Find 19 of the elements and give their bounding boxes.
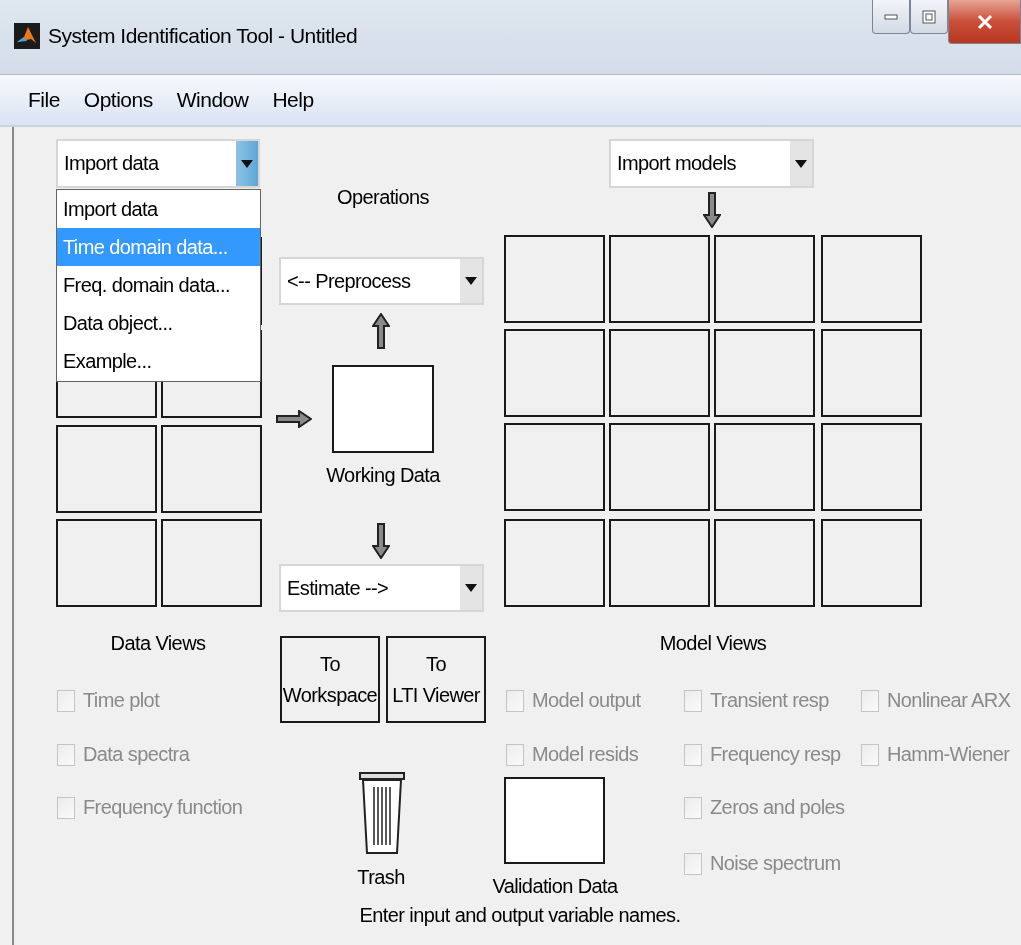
checkbox-label: Model resids [532,743,639,766]
slot-label: Trash [357,866,405,889]
checkbox-label: Transient resp [710,689,829,712]
checkbox-label: Time plot [83,689,160,712]
window-title: System Identification Tool - Untitled [48,24,358,48]
section-title: Model Views [659,632,767,655]
section-title: Data Views [110,632,206,655]
checkbox-label: Hamm-Wiener [887,743,1010,766]
checkbox-label: Noise spectrum [710,852,841,875]
slot-label: Validation Data [492,875,618,898]
checkbox-label: Frequency resp [710,743,841,766]
slot-label: Working Data [326,464,440,487]
checkbox-label: Nonlinear ARX [887,689,1011,712]
checkbox-label: Model output [532,689,641,712]
checkbox-label: Zeros and poles [710,796,845,819]
checkbox-label: Data spectra [83,743,190,766]
checkbox-label: Frequency function [83,796,243,819]
section-title: Operations [337,186,429,209]
status-text: Enter input and output variable names. [359,904,681,927]
